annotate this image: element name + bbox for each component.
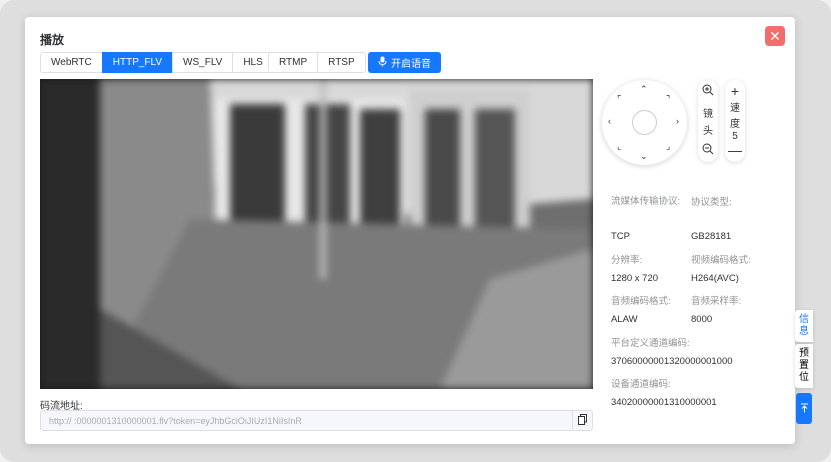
dialog-title: 播放 bbox=[40, 33, 65, 47]
speed-label-1: 速 bbox=[730, 103, 740, 114]
device-channel-label: 设备通道编码: bbox=[611, 379, 671, 390]
ptz-down-left-icon[interactable]: ⌞ bbox=[617, 142, 621, 151]
side-tab-info-label: 信息 bbox=[799, 314, 809, 337]
ptz-down-right-icon[interactable]: ⌟ bbox=[666, 142, 670, 151]
copy-icon bbox=[578, 412, 587, 430]
sample-rate-label: 音频采样率: bbox=[691, 296, 742, 307]
enable-voice-button[interactable]: 开启语音 bbox=[368, 52, 441, 73]
ptz-up-right-icon[interactable]: ⌝ bbox=[666, 95, 670, 104]
tab-webrtc[interactable]: WebRTC bbox=[40, 52, 103, 73]
side-tab-preset[interactable]: 预置位 bbox=[795, 344, 813, 388]
tab-ws-flv[interactable]: WS_FLV bbox=[172, 52, 234, 73]
speed-label-2: 度 bbox=[730, 119, 740, 130]
enable-voice-label: 开启语音 bbox=[391, 59, 431, 70]
transport-protocol-label: 流媒体传输协议: bbox=[611, 196, 681, 207]
ptz-up-arrow-icon[interactable]: ⌃ bbox=[640, 85, 648, 94]
video-codec-label: 视频编码格式: bbox=[691, 255, 751, 266]
lens-label-2: 头 bbox=[703, 126, 713, 137]
side-tab-info[interactable]: 信息 bbox=[795, 310, 813, 342]
protocol-type-label: 协议类型: bbox=[691, 197, 732, 208]
audio-codec-value: ALAW bbox=[611, 314, 638, 325]
lens-label-1: 镜 bbox=[703, 109, 713, 120]
speed-decrease-icon[interactable]: — bbox=[728, 142, 742, 158]
speed-value: 5 bbox=[732, 131, 738, 142]
speed-increase-icon[interactable]: + bbox=[731, 83, 739, 99]
video-frame-image bbox=[40, 79, 593, 389]
audio-codec-label: 音频编码格式: bbox=[611, 296, 671, 307]
device-channel-value: 34020000001310000001 bbox=[611, 397, 717, 408]
ptz-right-arrow-icon[interactable]: › bbox=[676, 117, 679, 126]
tab-http-flv[interactable]: HTTP_FLV bbox=[101, 52, 174, 73]
protocol-type-value: GB28181 bbox=[691, 231, 732, 242]
zoom-in-icon[interactable] bbox=[702, 84, 714, 99]
ptz-up-left-icon[interactable]: ⌜ bbox=[617, 95, 621, 104]
ptz-left-arrow-icon[interactable]: ‹ bbox=[608, 117, 611, 126]
video-codec-value: H264(AVC) bbox=[691, 273, 739, 284]
tab-rtsp[interactable]: RTSP bbox=[317, 52, 366, 73]
video-player[interactable] bbox=[40, 79, 593, 389]
platform-channel-value: 37060000001320000001000 bbox=[611, 356, 733, 367]
stream-url-field[interactable]: http:// :0000001310000001.flv?token=eyJh… bbox=[40, 410, 593, 431]
copy-url-button[interactable] bbox=[572, 411, 592, 430]
close-button[interactable]: ✕ bbox=[765, 26, 785, 46]
microphone-icon bbox=[378, 56, 387, 70]
resolution-value: 1280 x 720 bbox=[611, 273, 659, 284]
platform-channel-label: 平台定义通道编码: bbox=[611, 338, 690, 349]
side-tab-preset-label: 预置位 bbox=[799, 348, 809, 383]
ptz-center-button[interactable] bbox=[632, 110, 657, 135]
back-to-top-icon bbox=[800, 400, 809, 418]
play-dialog: 播放 ✕ WebRTC HTTP_FLV WS_FLV HLS RTMP RTS… bbox=[25, 17, 813, 444]
stream-tab-group: RTMP RTSP bbox=[268, 52, 366, 73]
ptz-direction-pad[interactable]: ⌃ ⌄ ‹ › ⌜ ⌝ ⌞ ⌟ bbox=[602, 80, 687, 165]
transport-protocol-value: TCP bbox=[611, 231, 630, 242]
back-to-top-button[interactable] bbox=[796, 393, 812, 424]
speed-control: + 速 度 5 — bbox=[725, 80, 745, 162]
sample-rate-value: 8000 bbox=[691, 314, 713, 325]
close-icon: ✕ bbox=[769, 28, 781, 44]
ptz-down-arrow-icon[interactable]: ⌄ bbox=[640, 152, 648, 161]
protocol-tab-group: WebRTC HTTP_FLV WS_FLV HLS bbox=[40, 52, 274, 73]
zoom-out-icon[interactable] bbox=[702, 143, 714, 158]
resolution-label: 分辨率: bbox=[611, 255, 643, 266]
stream-url-value[interactable]: http:// :0000001310000001.flv?token=eyJh… bbox=[41, 416, 572, 426]
tab-rtmp[interactable]: RTMP bbox=[268, 52, 319, 73]
lens-zoom-control: 镜 头 bbox=[698, 80, 718, 162]
